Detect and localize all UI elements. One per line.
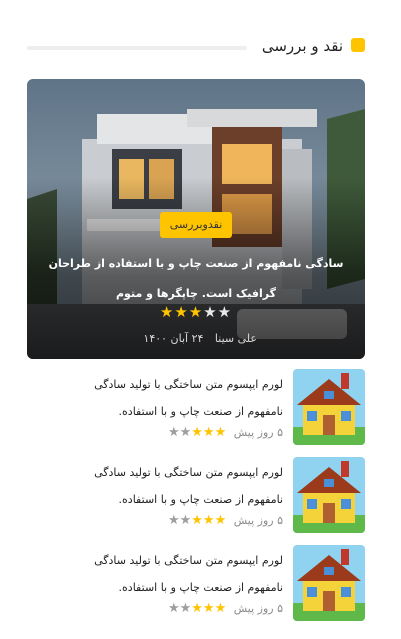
post-rating: ★★★★★ xyxy=(168,425,226,440)
star-icon: ★ xyxy=(217,303,233,321)
star-icon: ★ xyxy=(191,513,203,528)
featured-meta: علی سینا ۲۴ آبان ۱۴۰۰ xyxy=(135,332,257,345)
star-icon: ★ xyxy=(191,601,203,616)
section-bullet-icon xyxy=(351,38,365,52)
star-icon: ★ xyxy=(159,303,175,321)
post-excerpt[interactable]: لورم ایپسوم متن ساختگی با تولید سادگی نا… xyxy=(58,547,283,601)
star-icon: ★ xyxy=(202,513,215,528)
featured-rating: ★★★★★ xyxy=(27,303,365,321)
star-icon: ★ xyxy=(191,425,203,440)
post-time: ۵ روز پیش xyxy=(233,514,283,527)
post-excerpt[interactable]: لورم ایپسوم متن ساختگی با تولید سادگی نا… xyxy=(58,371,283,425)
post-time: ۵ روز پیش xyxy=(233,602,283,615)
featured-title[interactable]: سادگی نامفهوم از صنعت چاپ و با استفاده ا… xyxy=(41,249,351,309)
star-icon: ★ xyxy=(179,601,192,616)
post-date: ۲۴ آبان ۱۴۰۰ xyxy=(143,332,204,345)
star-icon: ★ xyxy=(174,303,189,321)
star-icon: ★ xyxy=(179,425,192,440)
post-thumbnail[interactable] xyxy=(293,457,365,533)
star-icon: ★ xyxy=(179,513,192,528)
header-divider xyxy=(27,46,247,50)
list-item[interactable]: لورم ایپسوم متن ساختگی با تولید سادگی نا… xyxy=(56,545,365,621)
star-icon: ★ xyxy=(214,425,227,440)
section-title: نقد و بررسی xyxy=(261,37,343,55)
star-icon: ★ xyxy=(167,513,180,528)
post-time: ۵ روز پیش xyxy=(233,426,283,439)
house-drawing-image xyxy=(293,545,365,621)
star-icon: ★ xyxy=(202,601,215,616)
post-thumbnail[interactable] xyxy=(293,369,365,445)
star-icon: ★ xyxy=(188,303,204,321)
list-item[interactable]: لورم ایپسوم متن ساختگی با تولید سادگی نا… xyxy=(56,457,365,533)
post-meta: ۵ روز پیش ★★★★★ xyxy=(168,513,283,528)
post-rating: ★★★★★ xyxy=(168,513,226,528)
post-meta: ۵ روز پیش ★★★★★ xyxy=(168,425,283,440)
featured-post-card[interactable]: نقدوبررسی سادگی نامفهوم از صنعت چاپ و با… xyxy=(27,79,365,359)
post-excerpt[interactable]: لورم ایپسوم متن ساختگی با تولید سادگی نا… xyxy=(58,459,283,513)
star-icon: ★ xyxy=(203,303,218,321)
section-header: نقد و بررسی xyxy=(27,36,367,58)
author-name[interactable]: علی سینا xyxy=(215,332,257,345)
post-rating: ★★★★★ xyxy=(168,601,226,616)
house-drawing-image xyxy=(293,369,365,445)
post-meta: ۵ روز پیش ★★★★★ xyxy=(168,601,283,616)
star-icon: ★ xyxy=(202,425,215,440)
house-drawing-image xyxy=(293,457,365,533)
list-item[interactable]: لورم ایپسوم متن ساختگی با تولید سادگی نا… xyxy=(56,369,365,445)
star-icon: ★ xyxy=(167,601,180,616)
star-icon: ★ xyxy=(167,425,180,440)
post-thumbnail[interactable] xyxy=(293,545,365,621)
star-icon: ★ xyxy=(214,601,227,616)
category-badge[interactable]: نقدوبررسی xyxy=(160,212,232,238)
star-icon: ★ xyxy=(214,513,227,528)
